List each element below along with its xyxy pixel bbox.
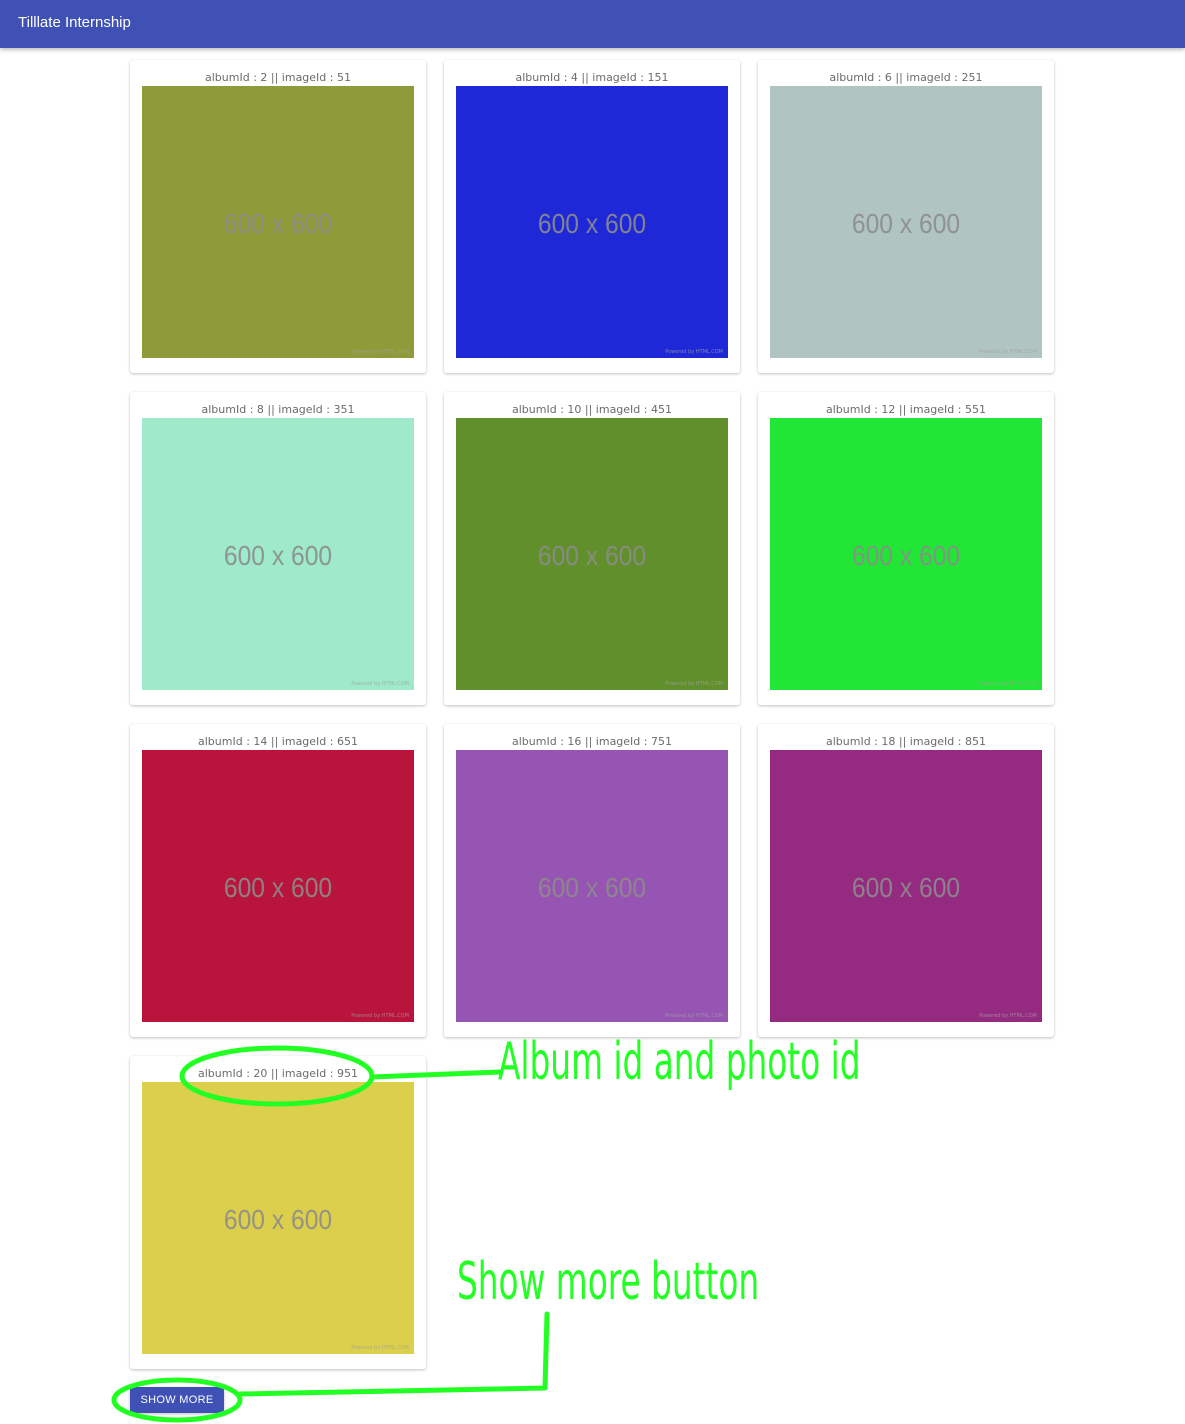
photo-image[interactable]: 600 x 600 Powered by HTML.COM xyxy=(770,418,1042,690)
card-caption: albumId : 4 || imageId : 151 xyxy=(515,71,669,84)
image-watermark: Powered by HTML.COM xyxy=(665,681,723,687)
image-watermark: Powered by HTML.COM xyxy=(979,681,1037,687)
card-caption: albumId : 14 || imageId : 651 xyxy=(198,735,358,748)
photo-image[interactable]: 600 x 600 Powered by HTML.COM xyxy=(770,86,1042,358)
image-watermark: Powered by HTML.COM xyxy=(979,1013,1037,1019)
card-caption: albumId : 16 || imageId : 751 xyxy=(512,735,672,748)
app-bar: Tilllate Internship xyxy=(0,0,1185,48)
image-dimension-text: 600 x 600 xyxy=(537,872,647,903)
photo-card: albumId : 4 || imageId : 151 600 x 600 P… xyxy=(444,60,740,373)
image-dimension-text: 600 x 600 xyxy=(537,540,647,571)
image-dimension-text: 600 x 600 xyxy=(223,1204,333,1235)
annotation-label-caption: Album id and photo id xyxy=(498,1032,861,1092)
image-dimension-text: 600 x 600 xyxy=(851,872,961,903)
image-dimension-text: 600 x 600 xyxy=(851,208,961,239)
photo-card: albumId : 20 || imageId : 951 600 x 600 … xyxy=(130,1056,426,1369)
photo-image[interactable]: 600 x 600 Powered by HTML.COM xyxy=(770,750,1042,1022)
photo-image[interactable]: 600 x 600 Powered by HTML.COM xyxy=(142,86,414,358)
image-watermark: Powered by HTML.COM xyxy=(665,349,723,355)
image-dimension-text: 600 x 600 xyxy=(851,540,961,571)
image-watermark: Powered by HTML.COM xyxy=(979,349,1037,355)
photo-card: albumId : 10 || imageId : 451 600 x 600 … xyxy=(444,392,740,705)
photo-card: albumId : 18 || imageId : 851 600 x 600 … xyxy=(758,724,1054,1037)
image-watermark: Powered by HTML.COM xyxy=(665,1013,723,1019)
photo-card: albumId : 12 || imageId : 551 600 x 600 … xyxy=(758,392,1054,705)
show-more-button[interactable]: SHOW MORE xyxy=(130,1387,224,1413)
image-watermark: Powered by HTML.COM xyxy=(351,1345,409,1351)
card-caption: albumId : 18 || imageId : 851 xyxy=(826,735,986,748)
image-dimension-text: 600 x 600 xyxy=(223,872,333,903)
image-watermark: Powered by HTML.COM xyxy=(351,681,409,687)
card-caption: albumId : 20 || imageId : 951 xyxy=(198,1067,358,1080)
photo-image[interactable]: 600 x 600 Powered by HTML.COM xyxy=(142,1082,414,1354)
image-dimension-text: 600 x 600 xyxy=(223,208,333,239)
image-watermark: Powered by HTML.COM xyxy=(351,349,409,355)
photo-card: albumId : 16 || imageId : 751 600 x 600 … xyxy=(444,724,740,1037)
photo-card: albumId : 6 || imageId : 251 600 x 600 P… xyxy=(758,60,1054,373)
photo-image[interactable]: 600 x 600 Powered by HTML.COM xyxy=(456,418,728,690)
photo-image[interactable]: 600 x 600 Powered by HTML.COM xyxy=(456,750,728,1022)
photo-image[interactable]: 600 x 600 Powered by HTML.COM xyxy=(142,750,414,1022)
card-caption: albumId : 2 || imageId : 51 xyxy=(205,71,351,84)
image-dimension-text: 600 x 600 xyxy=(223,540,333,571)
image-watermark: Powered by HTML.COM xyxy=(351,1013,409,1019)
annotation-label-button: Show more button xyxy=(457,1252,760,1312)
image-dimension-text: 600 x 600 xyxy=(537,208,647,239)
photo-card: albumId : 2 || imageId : 51 600 x 600 Po… xyxy=(130,60,426,373)
photo-image[interactable]: 600 x 600 Powered by HTML.COM xyxy=(142,418,414,690)
card-caption: albumId : 10 || imageId : 451 xyxy=(512,403,672,416)
card-caption: albumId : 6 || imageId : 251 xyxy=(829,71,983,84)
app-title: Tilllate Internship xyxy=(18,14,131,31)
card-caption: albumId : 8 || imageId : 351 xyxy=(201,403,355,416)
card-caption: albumId : 12 || imageId : 551 xyxy=(826,403,986,416)
photo-image[interactable]: 600 x 600 Powered by HTML.COM xyxy=(456,86,728,358)
photo-card: albumId : 14 || imageId : 651 600 x 600 … xyxy=(130,724,426,1037)
photo-card: albumId : 8 || imageId : 351 600 x 600 P… xyxy=(130,392,426,705)
